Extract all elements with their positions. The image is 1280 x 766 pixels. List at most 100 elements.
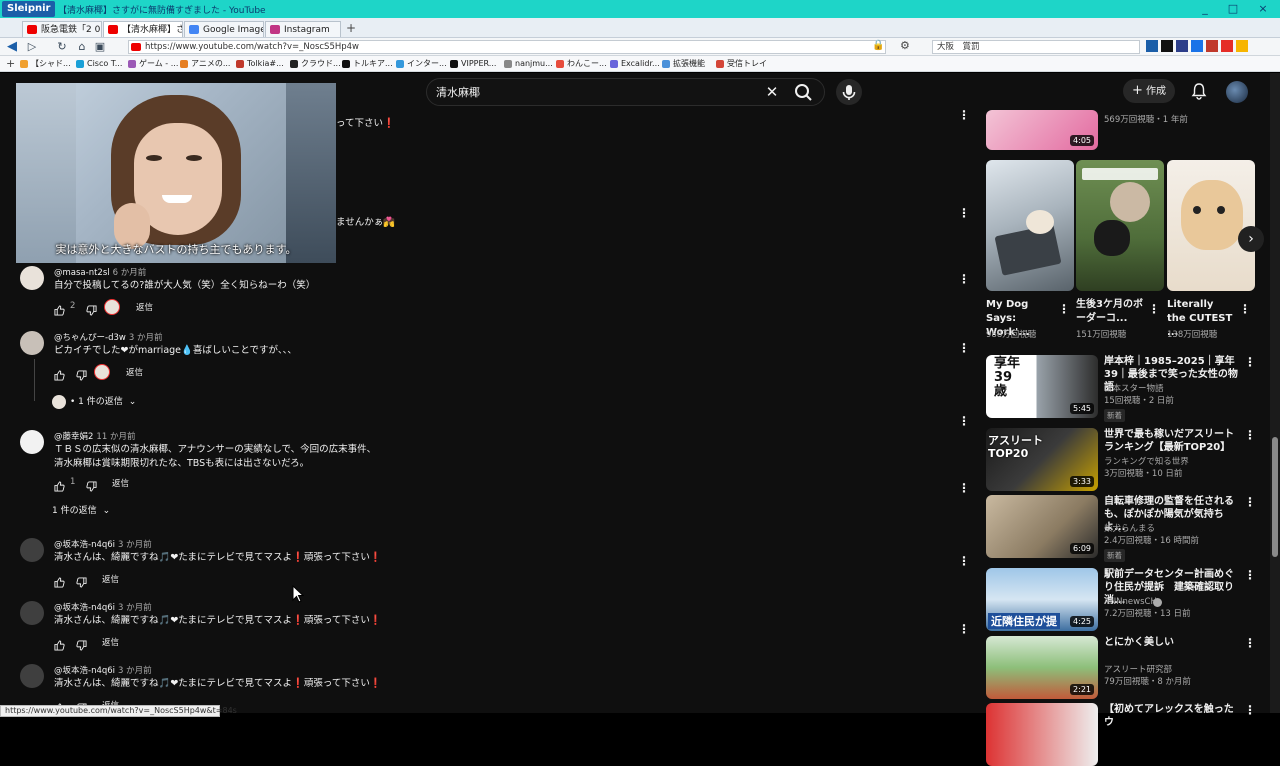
extension-icon[interactable] xyxy=(1221,40,1233,52)
short-thumbnail[interactable] xyxy=(1167,160,1255,291)
more-options-icon[interactable]: ⋮ xyxy=(1148,302,1160,316)
extension-icon[interactable] xyxy=(1206,40,1218,52)
short-thumbnail[interactable] xyxy=(986,160,1074,291)
video-thumbnail[interactable]: 6:09 xyxy=(986,495,1098,558)
browser-tab-active[interactable]: 【清水麻椰】さす... xyxy=(103,21,183,37)
bookmark-item[interactable]: 【シャド... xyxy=(20,58,71,70)
reload-icon[interactable]: ↻ xyxy=(54,39,70,55)
more-options-icon[interactable]: ⋮ xyxy=(1239,302,1251,316)
more-options-icon[interactable]: ⋮ xyxy=(958,272,970,286)
like-icon[interactable] xyxy=(54,301,65,320)
like-icon[interactable] xyxy=(54,366,65,385)
bookmark-item[interactable]: Excalidr... xyxy=(610,58,660,70)
bookmark-item[interactable]: クラウド... xyxy=(290,58,341,70)
more-options-icon[interactable]: ⋮ xyxy=(958,554,970,568)
like-icon[interactable] xyxy=(54,477,65,496)
back-icon[interactable]: ◀ xyxy=(4,39,20,55)
scrollbar-thumb[interactable] xyxy=(1272,437,1278,557)
bookmark-item[interactable]: ゲーム - ... xyxy=(128,58,178,70)
more-options-icon[interactable]: ⋮ xyxy=(1244,355,1256,369)
extension-icon[interactable] xyxy=(1176,40,1188,52)
dislike-icon[interactable] xyxy=(76,636,87,655)
comment-time[interactable]: 3 か月前 xyxy=(118,603,152,613)
more-options-icon[interactable]: ⋮ xyxy=(1244,568,1256,582)
search-icon[interactable] xyxy=(792,82,816,102)
dislike-icon[interactable] xyxy=(86,301,97,320)
video-thumbnail[interactable] xyxy=(986,703,1098,766)
more-options-icon[interactable]: ⋮ xyxy=(958,481,970,495)
save-icon[interactable]: ▣ xyxy=(92,39,108,55)
more-options-icon[interactable]: ⋮ xyxy=(1058,302,1070,316)
video-thumbnail[interactable]: アスリートTOP20 3:33 xyxy=(986,428,1098,491)
youtube-search-input[interactable]: 清水麻椰 xyxy=(436,84,480,100)
comment-time[interactable]: 6 か月前 xyxy=(113,268,147,278)
dislike-icon[interactable] xyxy=(76,366,87,385)
commenter-avatar[interactable] xyxy=(20,266,44,290)
browser-tab[interactable]: Google Image R... xyxy=(184,21,264,37)
commenter-avatar[interactable] xyxy=(20,430,44,454)
comment-author[interactable]: @ちゃんぴー-d3w xyxy=(54,333,126,343)
create-button[interactable]: + 作成 xyxy=(1123,79,1175,103)
bookmark-item[interactable]: 拡張機能 xyxy=(662,58,705,70)
clear-search-icon[interactable]: ✕ xyxy=(762,82,782,102)
comment-author[interactable]: @masa-nt2sl xyxy=(54,268,110,278)
video-thumbnail[interactable]: 4:05 xyxy=(986,110,1098,150)
like-icon[interactable] xyxy=(54,573,65,592)
bookmark-item[interactable]: Tolkia#... xyxy=(236,58,284,70)
browser-tab[interactable]: Instagram xyxy=(265,21,341,37)
view-replies-button[interactable]: • 1 件の返信 ⌄ xyxy=(52,394,136,409)
video-title[interactable]: 世界で最も稼いだアスリートランキング【最新TOP20】 xyxy=(1104,428,1240,454)
notifications-bell-icon[interactable] xyxy=(1190,82,1208,100)
comment-author[interactable]: @坂本浩-n4q6i xyxy=(54,666,115,676)
extension-icon[interactable] xyxy=(1191,40,1203,52)
reply-button[interactable]: 返信 xyxy=(112,477,129,489)
bookmark-item[interactable]: アニメの... xyxy=(180,58,230,70)
web-search-input[interactable]: 大阪 賞罰 xyxy=(932,40,1140,54)
video-thumbnail[interactable]: 近隣住民が提 4:25 xyxy=(986,568,1098,631)
like-icon[interactable] xyxy=(54,636,65,655)
reply-button[interactable]: 返信 xyxy=(102,573,119,585)
commenter-avatar[interactable] xyxy=(20,664,44,688)
overlay-video-thumbnail[interactable]: 実は意外と大きなバストの持ち主でもあります。 xyxy=(16,83,336,263)
commenter-avatar[interactable] xyxy=(20,601,44,625)
url-input[interactable]: https://www.youtube.com/watch?v=_NoscS5H… xyxy=(128,40,886,54)
browser-tab[interactable]: 阪急電鉄「2 0... xyxy=(22,21,102,37)
account-avatar[interactable] xyxy=(1226,81,1248,103)
video-thumbnail[interactable]: 2:21 xyxy=(986,636,1098,699)
more-options-icon[interactable]: ⋮ xyxy=(958,341,970,355)
extension-icon[interactable] xyxy=(1146,40,1158,52)
more-options-icon[interactable]: ⋮ xyxy=(958,206,970,220)
short-title[interactable]: 生後3ケ月のボーダーコ... xyxy=(1076,298,1144,326)
bookmark-item[interactable]: インター... xyxy=(396,58,447,70)
view-replies-button[interactable]: 1 件の返信 ⌄ xyxy=(52,503,110,516)
close-window-button[interactable]: × xyxy=(1252,0,1274,18)
more-options-icon[interactable]: ⋮ xyxy=(958,622,970,636)
voice-search-icon[interactable] xyxy=(836,79,862,105)
comment-author[interactable]: @坂本浩-n4q6i xyxy=(54,603,115,613)
bookmark-item[interactable]: VIPPER... xyxy=(450,58,496,70)
more-options-icon[interactable]: ⋮ xyxy=(1244,703,1256,717)
comment-time[interactable]: 3 か月前 xyxy=(118,540,152,550)
more-options-icon[interactable]: ⋮ xyxy=(1244,636,1256,650)
video-title[interactable]: 【初めてアレックスを触ったウ xyxy=(1104,703,1240,729)
add-bookmark-icon[interactable]: + xyxy=(6,57,15,70)
dislike-icon[interactable] xyxy=(86,477,97,496)
reply-button[interactable]: 返信 xyxy=(126,366,143,378)
maximize-button[interactable]: □ xyxy=(1222,0,1244,18)
video-thumbnail[interactable]: 享年39歳 5:45 xyxy=(986,355,1098,418)
home-icon[interactable]: ⌂ xyxy=(74,39,90,55)
dislike-icon[interactable] xyxy=(76,573,87,592)
bookmark-item[interactable]: Cisco T... xyxy=(76,58,122,70)
reply-button[interactable]: 返信 xyxy=(102,636,119,648)
more-options-icon[interactable]: ⋮ xyxy=(958,414,970,428)
bookmark-item[interactable]: トルキア... xyxy=(342,58,393,70)
forward-icon[interactable]: ▷ xyxy=(24,39,40,55)
minimize-button[interactable]: _ xyxy=(1194,0,1216,18)
comment-time[interactable]: 11 か月前 xyxy=(96,432,135,442)
new-tab-button[interactable]: + xyxy=(346,21,356,35)
bookmark-item[interactable]: わんこー... xyxy=(556,58,607,70)
shorts-next-arrow-icon[interactable]: › xyxy=(1238,226,1264,252)
short-thumbnail[interactable] xyxy=(1076,160,1164,291)
x-icon[interactable] xyxy=(1161,40,1173,52)
more-options-icon[interactable]: ⋮ xyxy=(958,108,970,122)
